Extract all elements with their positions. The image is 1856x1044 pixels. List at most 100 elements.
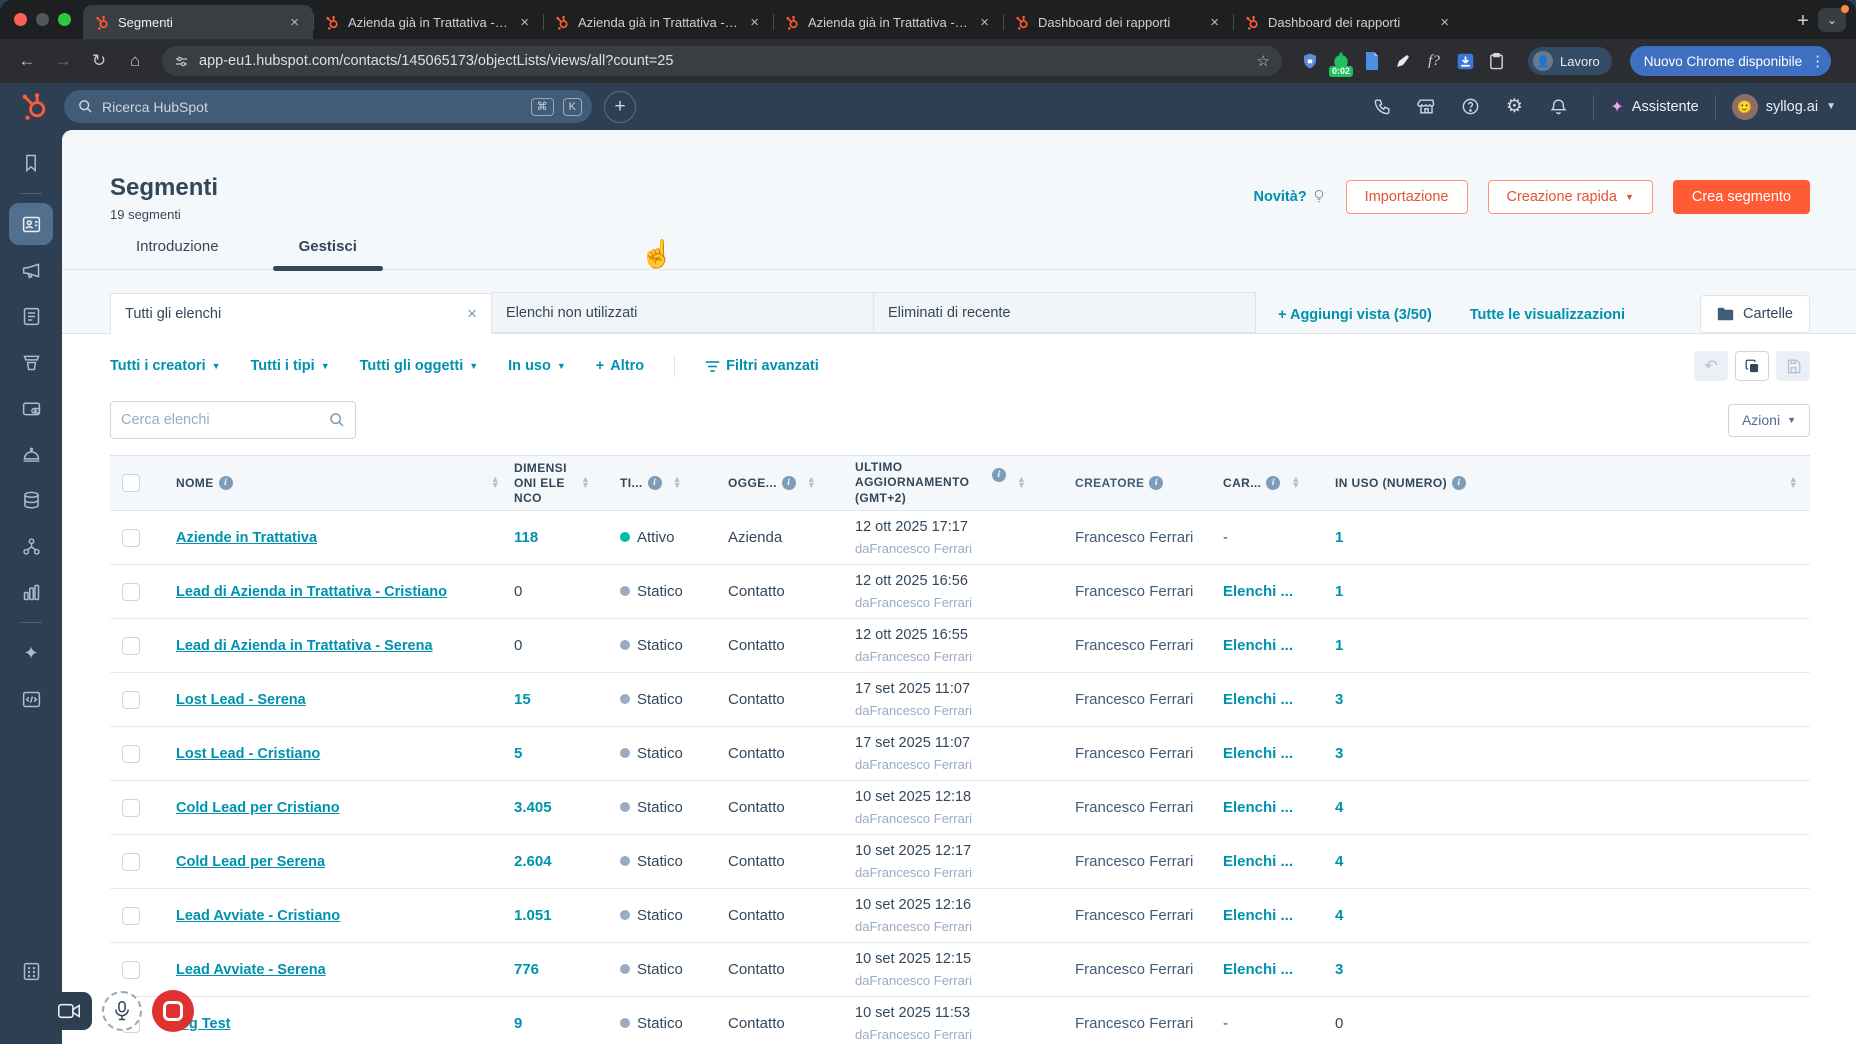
list-name-link[interactable]: Lead Avviate - Cristiano	[176, 908, 340, 924]
list-size-value[interactable]: 1.051	[514, 907, 552, 924]
account-menu[interactable]: 🙂 syllog.ai ▼	[1731, 93, 1836, 120]
info-icon[interactable]: i	[1266, 476, 1281, 490]
list-name-link[interactable]: Lead Avviate - Serena	[176, 962, 326, 978]
sidebar-item-reporting[interactable]	[9, 571, 53, 613]
advanced-filters-button[interactable]: Filtri avanzati	[705, 358, 819, 374]
search-lists-input[interactable]	[121, 412, 329, 428]
filter-creators-dropdown[interactable]: Tutti i creatori ▼	[110, 358, 221, 374]
microphone-button[interactable]	[102, 991, 142, 1031]
close-tab-icon[interactable]: ×	[1436, 13, 1453, 32]
list-name-link[interactable]: Aziende in Trattativa	[176, 530, 317, 546]
list-name-link[interactable]: Cold Lead per Cristiano	[176, 800, 340, 816]
all-views-link[interactable]: Tutte le visualizzazioni	[1470, 307, 1625, 323]
minimize-window-button[interactable]	[36, 13, 49, 26]
sort-icon[interactable]: ▲ ▼	[1017, 475, 1026, 489]
row-checkbox[interactable]	[122, 744, 140, 763]
in-use-value[interactable]: 4	[1335, 853, 1343, 870]
stop-recording-button[interactable]	[152, 990, 194, 1032]
close-window-button[interactable]	[14, 13, 27, 26]
list-size-value[interactable]: 3.405	[514, 799, 552, 816]
info-icon[interactable]: i	[1149, 476, 1164, 490]
camera-button[interactable]	[46, 992, 92, 1030]
actions-button[interactable]: Azioni ▼	[1727, 403, 1810, 437]
back-button[interactable]: ←	[12, 46, 42, 76]
font-extension-icon[interactable]: f?	[1422, 49, 1446, 73]
info-icon[interactable]: i	[647, 476, 662, 490]
download-extension-icon[interactable]	[1453, 49, 1477, 73]
sort-icon[interactable]: ▲ ▼	[1291, 475, 1300, 489]
list-name-link[interactable]: Lost Lead - Serena	[176, 692, 306, 708]
folder-link[interactable]: Elenchi ...	[1223, 799, 1293, 816]
close-tab-icon[interactable]: ×	[746, 13, 763, 32]
list-name-link[interactable]: Lost Lead - Cristiano	[176, 746, 320, 762]
in-use-value[interactable]: 4	[1335, 907, 1343, 924]
notifications-bell-icon[interactable]	[1539, 91, 1577, 123]
list-size-value[interactable]: 2.604	[514, 853, 552, 870]
whats-new-link[interactable]: Novità?	[1254, 189, 1326, 205]
browser-tab[interactable]: Azienda già in Trattativa - 3 | ×	[773, 5, 1003, 39]
row-checkbox[interactable]	[122, 582, 140, 601]
in-use-value[interactable]: 3	[1335, 961, 1343, 978]
sidebar-item-service[interactable]	[9, 433, 53, 475]
sort-icon[interactable]: ▲ ▼	[1789, 475, 1798, 489]
list-name-link[interactable]: Lead di Azienda in Trattativa - Serena	[176, 638, 433, 654]
row-checkbox[interactable]	[122, 906, 140, 925]
zoom-window-button[interactable]	[58, 13, 71, 26]
close-view-icon[interactable]: ×	[467, 304, 477, 324]
chrome-update-button[interactable]: Nuovo Chrome disponibile ⋮	[1629, 46, 1832, 76]
info-icon[interactable]: i	[781, 476, 796, 490]
info-icon[interactable]: i	[1452, 476, 1466, 490]
close-tab-icon[interactable]: ×	[1206, 13, 1223, 32]
docs-extension-icon[interactable]	[1360, 49, 1384, 73]
list-size-value[interactable]: 5	[514, 745, 522, 762]
sort-icon[interactable]: ▲ ▼	[491, 475, 500, 489]
pen-extension-icon[interactable]	[1391, 49, 1415, 73]
row-checkbox[interactable]	[122, 798, 140, 817]
close-tab-icon[interactable]: ×	[976, 13, 993, 32]
sidebar-item-sales[interactable]	[9, 341, 53, 383]
browser-tab[interactable]: Azienda già in Trattativa - 2 | ×	[543, 5, 773, 39]
folder-link[interactable]: Elenchi ...	[1223, 637, 1293, 654]
list-name-link[interactable]: Cold Lead per Serena	[176, 854, 325, 870]
assistant-button[interactable]: ✦ Assistente	[1610, 97, 1698, 117]
marketplace-icon[interactable]	[1407, 91, 1445, 123]
sort-icon[interactable]: ▲ ▼	[673, 475, 682, 489]
hubspot-search-bar[interactable]: Ricerca HubSpot ⌘ K	[64, 90, 592, 123]
timer-extension-icon[interactable]: 0:02	[1328, 49, 1354, 77]
folder-link[interactable]: Elenchi ...	[1223, 907, 1293, 924]
add-view-link[interactable]: + Aggiungi vista (3/50)	[1278, 307, 1432, 323]
in-use-value[interactable]: 4	[1335, 799, 1343, 816]
sidebar-item-crm[interactable]	[9, 203, 53, 245]
app-marketplace-grid-icon[interactable]	[9, 950, 53, 992]
row-checkbox[interactable]	[122, 636, 140, 655]
browser-tab[interactable]: Dashboard dei rapporti ×	[1003, 5, 1233, 39]
folder-link[interactable]: Elenchi ...	[1223, 961, 1293, 978]
in-use-value[interactable]: 1	[1335, 637, 1343, 654]
site-settings-icon[interactable]	[174, 54, 189, 69]
bookmarks-icon[interactable]	[9, 142, 53, 184]
browser-tab[interactable]: Segmenti ×	[83, 5, 313, 39]
view-tab-all-lists[interactable]: Tutti gli elenchi ×	[110, 293, 492, 334]
folders-button[interactable]: Cartelle	[1700, 295, 1810, 333]
view-tab-unused[interactable]: Elenchi non utilizzati	[492, 292, 874, 333]
row-checkbox[interactable]	[122, 960, 140, 979]
address-bar[interactable]: app-eu1.hubspot.com/contacts/145065173/o…	[162, 46, 1282, 76]
help-icon[interactable]	[1451, 91, 1489, 123]
chrome-menu-icon[interactable]: ⋮	[1810, 52, 1825, 70]
view-tab-recently-deleted[interactable]: Eliminati di recente	[874, 292, 1256, 333]
quick-create-button[interactable]: Creazione rapida ▼	[1487, 180, 1653, 214]
list-size-value[interactable]: 9	[514, 1015, 522, 1032]
row-checkbox[interactable]	[122, 528, 140, 547]
sidebar-item-marketing[interactable]	[9, 249, 53, 291]
quick-add-button[interactable]: +	[604, 90, 636, 123]
reload-button[interactable]: ↻	[84, 46, 114, 76]
tab-search-button[interactable]: ⌄	[1818, 4, 1849, 32]
filter-objects-dropdown[interactable]: Tutti gli oggetti ▼	[360, 358, 479, 374]
settings-gear-icon[interactable]: ⚙	[1495, 91, 1533, 123]
sidebar-item-content[interactable]	[9, 295, 53, 337]
save-view-button[interactable]	[1776, 351, 1810, 381]
sidebar-item-ai[interactable]: ✦	[9, 632, 53, 674]
create-segment-button[interactable]: Crea segmento	[1672, 180, 1810, 214]
in-use-value[interactable]: 1	[1335, 529, 1343, 546]
browser-tab[interactable]: Dashboard dei rapporti ×	[1233, 5, 1463, 39]
